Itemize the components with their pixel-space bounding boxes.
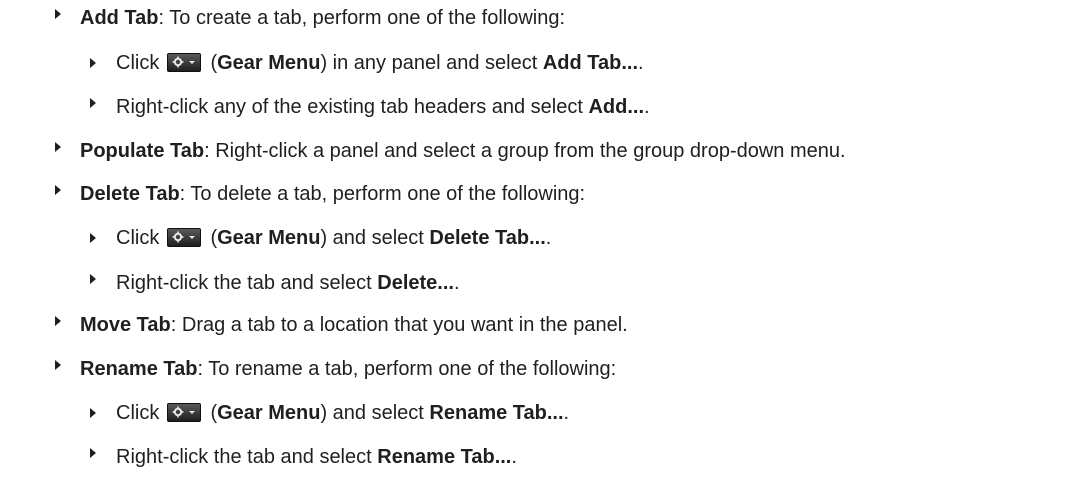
- bullet-triangle-icon: [55, 142, 61, 152]
- bullet-triangle-icon: [90, 274, 96, 284]
- menu-option: Rename Tab...: [377, 446, 512, 468]
- bullet-triangle-icon: [90, 448, 96, 458]
- item-text: Click: [116, 52, 165, 74]
- gear-menu-icon: [166, 228, 201, 247]
- item-lead: Move Tab: [80, 314, 171, 336]
- gear-menu-icon: [166, 53, 201, 72]
- menu-option: Delete...: [377, 272, 454, 294]
- item-lead: Delete Tab: [80, 183, 180, 205]
- gear-menu-label: Gear Menu: [217, 402, 321, 424]
- gear-menu-icon: [166, 403, 201, 422]
- item-text: : To create a tab, perform one of the fo…: [158, 7, 566, 29]
- item-text: Click: [116, 402, 165, 424]
- item-lead: Rename Tab: [80, 358, 198, 380]
- menu-option: Add...: [588, 96, 645, 118]
- item-text: : Drag a tab to a location that you want…: [170, 314, 628, 336]
- item-text: Click: [116, 227, 165, 249]
- bullet-triangle-icon: [55, 185, 61, 195]
- bullet-triangle-icon: [55, 316, 61, 326]
- item-text: Right-click any of the existing tab head…: [116, 96, 589, 118]
- bullet-triangle-icon: [90, 98, 96, 108]
- menu-option: Rename Tab...: [429, 402, 564, 424]
- item-lead: Add Tab: [80, 7, 159, 29]
- gear-menu-label: Gear Menu: [217, 52, 321, 74]
- item-text: Right-click the tab and select: [116, 446, 378, 468]
- menu-option: Add Tab...: [542, 52, 639, 74]
- item-text: : To delete a tab, perform one of the fo…: [179, 183, 586, 205]
- item-lead: Populate Tab: [80, 140, 205, 162]
- item-text: : To rename a tab, perform one of the fo…: [197, 358, 617, 380]
- bullet-triangle-solid-icon: [90, 408, 96, 418]
- bullet-triangle-icon: [55, 360, 61, 370]
- menu-option: Delete Tab...: [429, 227, 546, 249]
- bullet-triangle-icon: [55, 9, 61, 19]
- gear-menu-label: Gear Menu: [217, 227, 321, 249]
- item-text: Right-click the tab and select: [116, 272, 378, 294]
- item-text: : Right-click a panel and select a group…: [204, 140, 846, 162]
- bullet-triangle-solid-icon: [90, 58, 96, 68]
- bullet-triangle-solid-icon: [90, 233, 96, 243]
